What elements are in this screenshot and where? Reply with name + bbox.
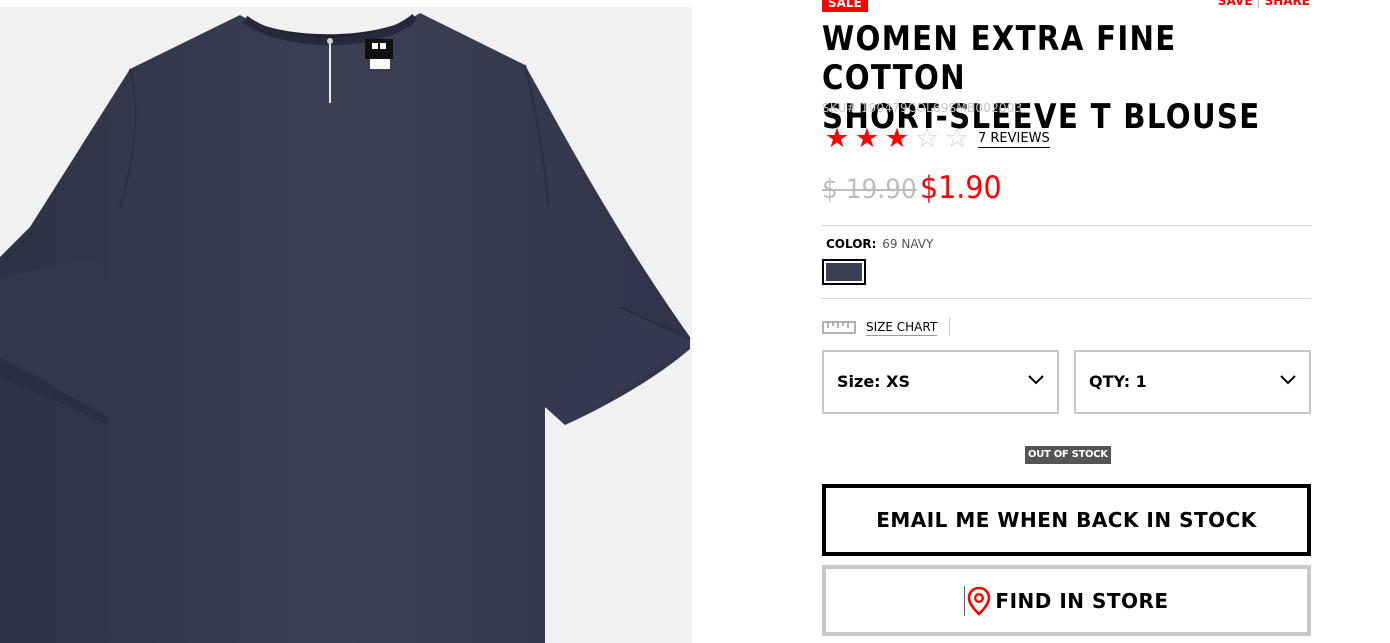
color-value: 69 NAVY <box>882 237 934 251</box>
quantity-select[interactable]: QTY: 1 <box>1074 350 1311 414</box>
quantity-select-value: QTY: 1 <box>1089 372 1147 391</box>
divider <box>822 225 1311 226</box>
sale-badge: SALE <box>822 0 868 12</box>
product-info: SALE SAVE | SHARE WOMEN EXTRA FINE COTTON … <box>822 0 1312 643</box>
color-swatch-fill <box>826 263 862 281</box>
reviews-link[interactable]: 7 REVIEWS <box>978 130 1050 148</box>
find-in-store-button[interactable]: FIND IN STORE <box>822 565 1311 636</box>
rating-stars[interactable]: ★ ★ ★ ☆ ☆ <box>822 124 972 154</box>
rating: ★ ★ ★ ☆ ☆ 7 REVIEWS <box>822 124 1050 154</box>
size-chart-link[interactable]: SIZE CHART <box>866 319 938 336</box>
star-empty-icon: ☆ <box>944 123 970 154</box>
email-button-label: EMAIL ME WHEN BACK IN STOCK <box>876 508 1257 532</box>
out-of-stock-badge: OUT OF STOCK <box>1025 446 1111 464</box>
product-image[interactable] <box>0 7 692 643</box>
size-chart-separator <box>949 318 951 336</box>
star-filled-icon: ★ <box>824 123 850 154</box>
color-label-title: COLOR: <box>826 237 877 251</box>
color-label: COLOR: 69 NAVY <box>826 237 933 251</box>
chevron-down-icon <box>1028 375 1044 385</box>
product-sku: SKU# 190479COL69SMB002003 <box>822 101 1023 115</box>
product-page: SALE SAVE | SHARE WOMEN EXTRA FINE COTTON … <box>0 0 1390 643</box>
size-select-value: Size: XS <box>837 372 910 391</box>
divider <box>822 298 1311 299</box>
star-filled-icon: ★ <box>854 123 880 154</box>
product-title-line1: WOMEN EXTRA FINE COTTON <box>822 19 1177 98</box>
ruler-icon <box>822 321 856 334</box>
find-in-store-label: FIND IN STORE <box>995 588 1169 613</box>
size-select[interactable]: Size: XS <box>822 350 1059 414</box>
sale-price: $1.90 <box>920 170 1002 206</box>
blouse-illustration <box>0 13 691 643</box>
original-price: $ 19.90 <box>822 174 917 205</box>
chevron-down-icon <box>1280 375 1296 385</box>
pin-bar <box>964 585 966 616</box>
pin-wrap <box>964 585 991 616</box>
save-link[interactable]: SAVE <box>1218 0 1253 8</box>
star-filled-icon: ★ <box>884 123 910 154</box>
color-swatch-navy[interactable] <box>822 259 866 285</box>
price-row: $ 19.90 $1.90 <box>822 170 1009 210</box>
size-chart: SIZE CHART <box>822 316 951 338</box>
brand-label <box>365 39 393 59</box>
location-pin-icon <box>968 586 991 616</box>
share-link[interactable]: SHARE <box>1265 0 1310 8</box>
email-back-in-stock-button[interactable]: EMAIL ME WHEN BACK IN STOCK <box>822 484 1311 556</box>
star-empty-icon: ☆ <box>914 123 940 154</box>
link-separator: | <box>1256 0 1261 8</box>
save-share-links: SAVE | SHARE <box>1218 0 1310 8</box>
product-title: WOMEN EXTRA FINE COTTON SHORT-SLEEVE T B… <box>822 20 1312 137</box>
